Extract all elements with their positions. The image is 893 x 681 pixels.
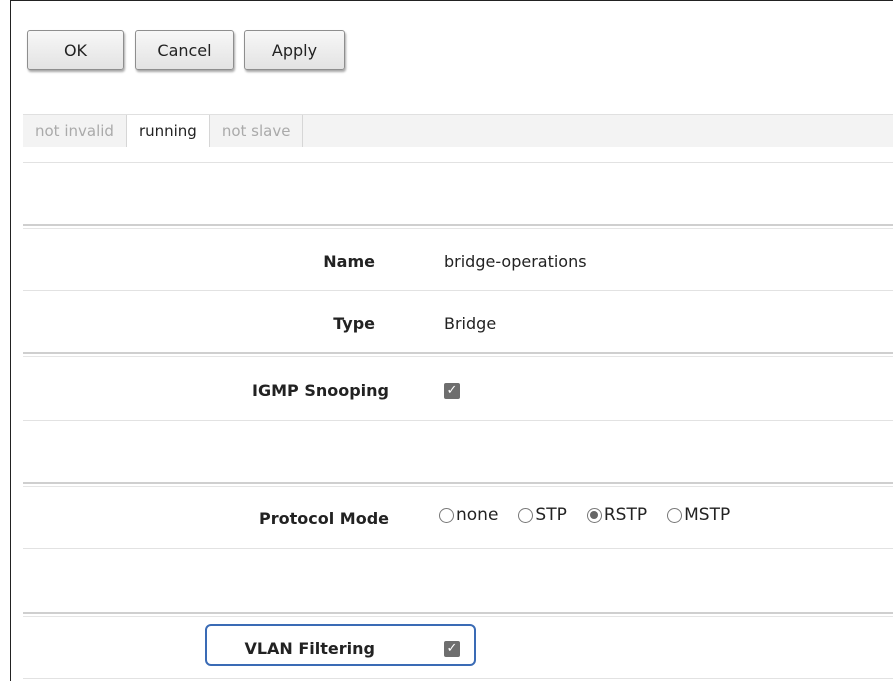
section-divider (23, 612, 893, 617)
section-divider (23, 482, 893, 487)
radio-label: RSTP (603, 505, 648, 525)
ok-button[interactable]: OK (27, 30, 124, 70)
radio-dot-icon (590, 511, 599, 519)
window-frame (10, 0, 893, 681)
section-divider (23, 224, 893, 229)
radio-label: none (456, 505, 499, 525)
status-not-slave: not slave (210, 115, 304, 147)
status-bar: not invalid running not slave (23, 114, 893, 147)
radio-button[interactable] (667, 507, 683, 523)
radio-button-selected[interactable] (586, 507, 602, 523)
protocol-mode-option-rstp[interactable]: RSTP (586, 505, 648, 525)
protocol-mode-option-none[interactable]: none (439, 505, 498, 525)
divider (23, 420, 893, 421)
protocol-mode-radio-group: none STP RSTP MSTP (439, 505, 750, 525)
radio-button[interactable] (518, 507, 534, 523)
status-running: running (126, 115, 210, 147)
name-value[interactable]: bridge-operations (444, 252, 587, 271)
igmp-snooping-checkbox[interactable]: ✓ (444, 383, 460, 399)
apply-button[interactable]: Apply (244, 30, 345, 70)
section-divider (23, 352, 893, 357)
protocol-mode-option-mstp[interactable]: MSTP (667, 505, 730, 525)
divider (23, 548, 893, 549)
radio-label: MSTP (684, 505, 731, 525)
cancel-button[interactable]: Cancel (135, 30, 234, 70)
status-not-invalid: not invalid (23, 115, 127, 147)
protocol-mode-label: Protocol Mode (259, 509, 389, 528)
name-label: Name (323, 252, 375, 271)
divider (23, 162, 893, 163)
vlan-filtering-highlight (205, 624, 476, 666)
type-value: Bridge (444, 314, 497, 333)
divider (23, 290, 893, 291)
type-label: Type (333, 314, 375, 333)
igmp-snooping-label: IGMP Snooping (252, 381, 389, 400)
protocol-mode-option-stp[interactable]: STP (518, 505, 567, 525)
radio-label: STP (535, 505, 567, 525)
radio-button[interactable] (439, 507, 454, 523)
divider (23, 678, 893, 679)
